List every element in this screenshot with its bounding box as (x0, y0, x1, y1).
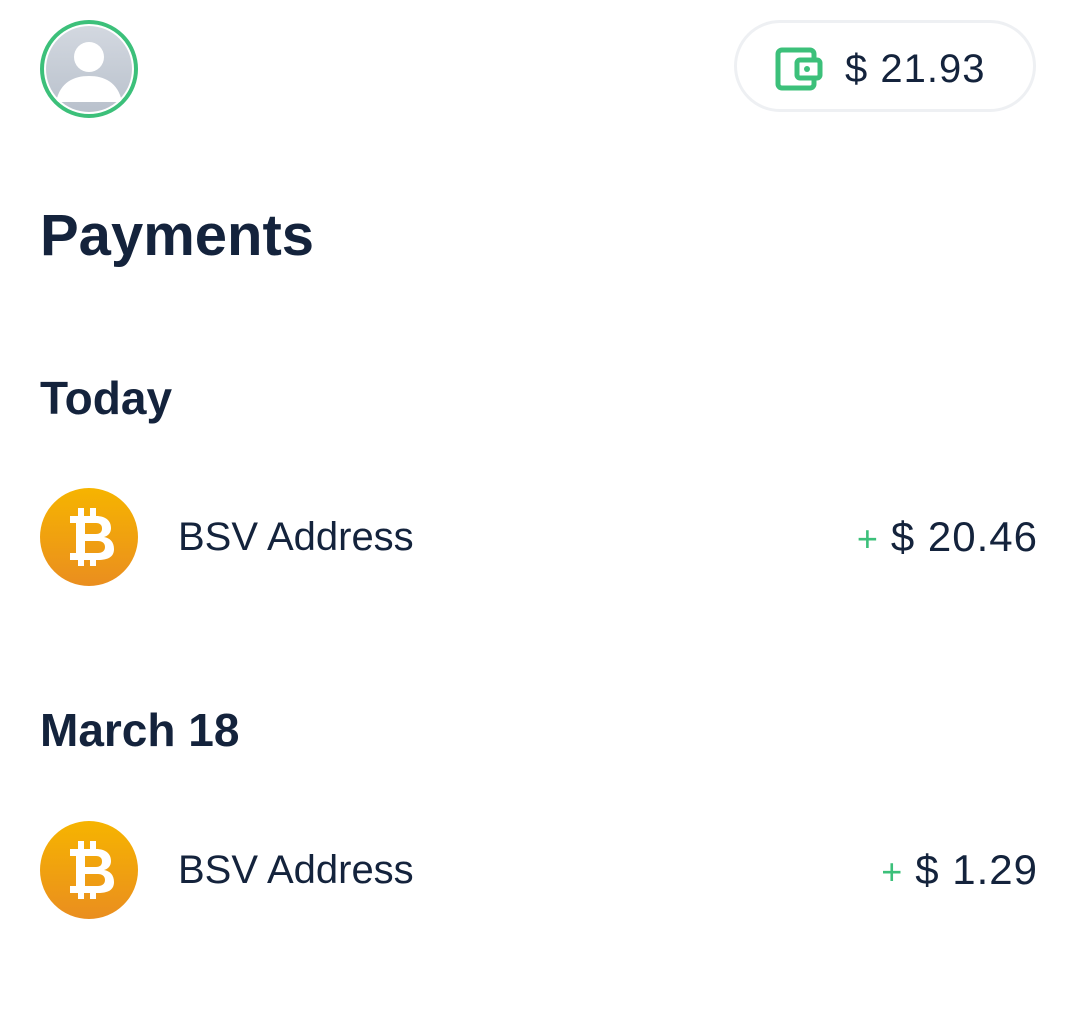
section-heading-today: Today (40, 372, 173, 424)
payment-row[interactable]: BSV Address + $ 20.46 (0, 488, 1080, 588)
profile-avatar[interactable] (40, 20, 138, 118)
payment-row[interactable]: BSV Address + $ 1.29 (0, 821, 1080, 921)
credit-sign: + (881, 851, 904, 892)
payment-label: BSV Address (178, 848, 414, 892)
credit-sign: + (856, 518, 879, 559)
payment-amount: + $ 20.46 (857, 488, 1038, 586)
section-heading-march-18: March 18 (40, 704, 240, 756)
wallet-balance-button[interactable]: $ 21.93 (734, 20, 1036, 112)
wallet-icon (775, 47, 823, 91)
payment-amount-value: $ 20.46 (890, 513, 1038, 560)
bitcoin-icon (40, 821, 138, 919)
top-bar: $ 21.93 (0, 0, 1080, 140)
payment-label: BSV Address (178, 515, 414, 559)
payment-amount-value: $ 1.29 (915, 846, 1038, 893)
wallet-balance: $ 21.93 (845, 47, 986, 91)
payment-amount: + $ 1.29 (881, 821, 1038, 919)
user-avatar-icon (46, 26, 132, 112)
page-title: Payments (40, 203, 315, 268)
bitcoin-icon (40, 488, 138, 586)
